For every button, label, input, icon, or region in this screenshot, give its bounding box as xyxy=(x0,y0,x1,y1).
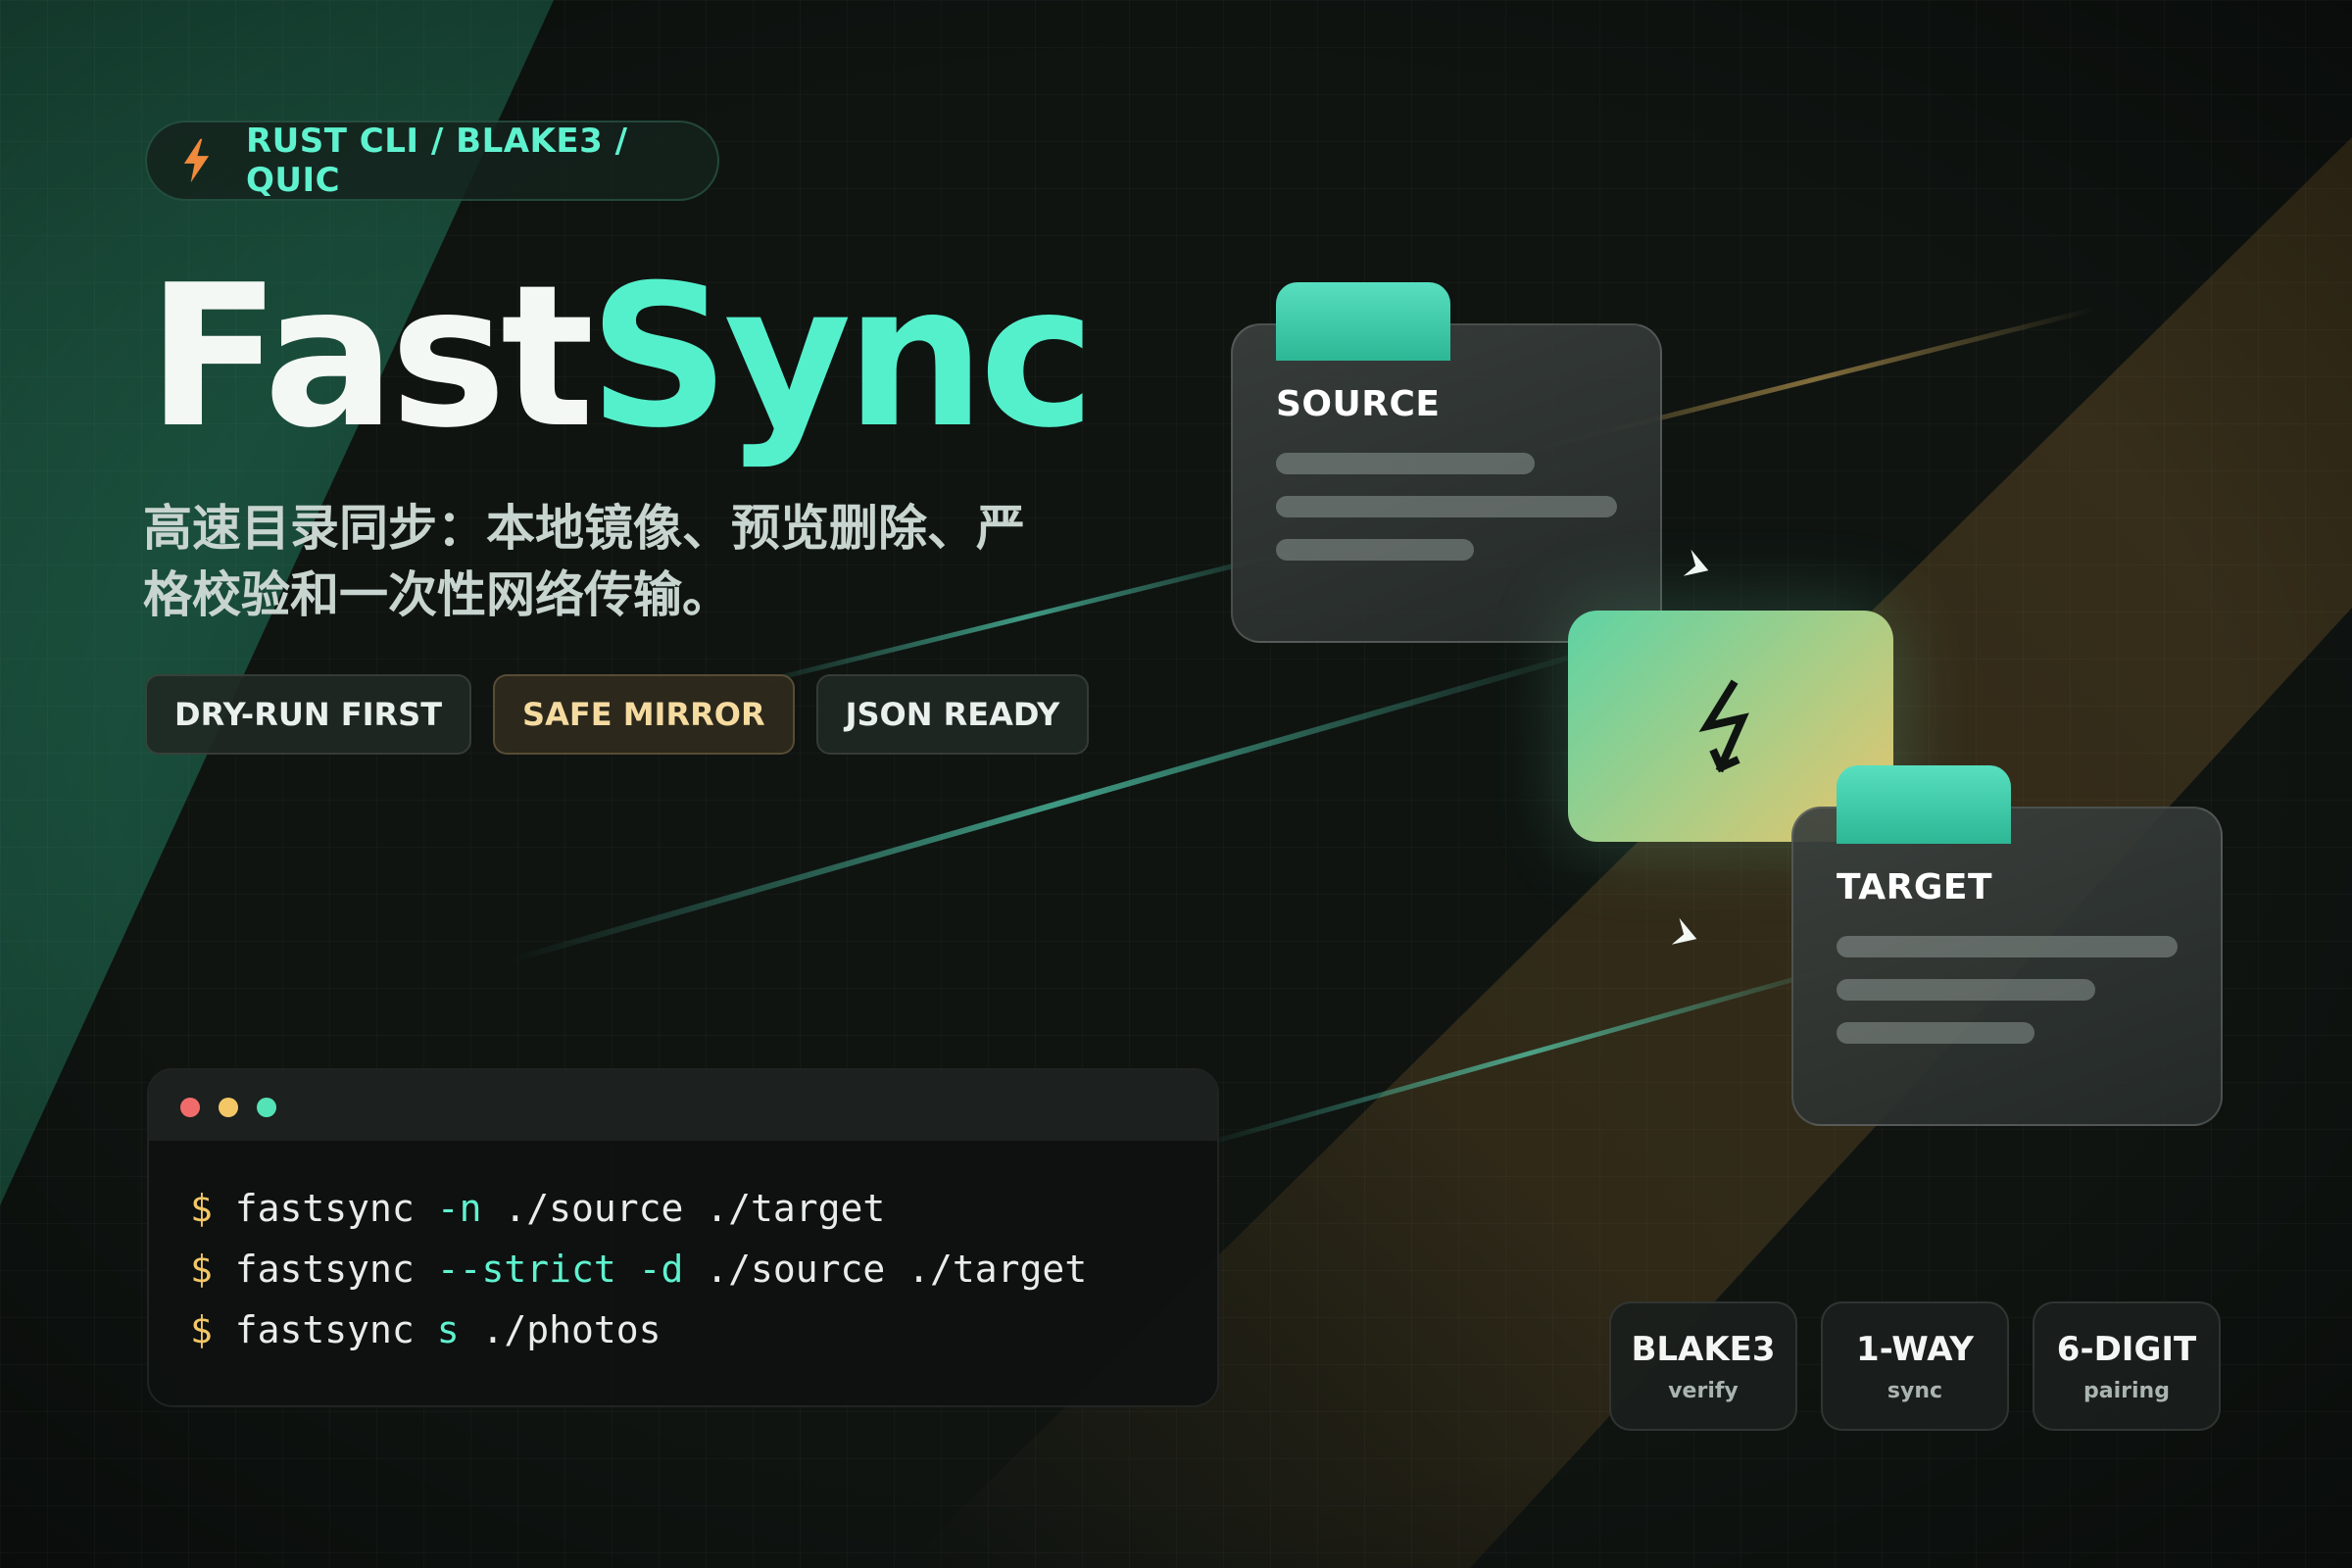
terminal-title-bar xyxy=(149,1070,1217,1141)
stat-value: BLAKE3 xyxy=(1631,1329,1776,1369)
stat-chips: BLAKE3 verify 1-WAY sync 6-DIGIT pairing xyxy=(1609,1301,2221,1431)
folder-tab-icon xyxy=(1837,765,2011,844)
subtitle-line-1: 高速目录同步：本地镜像、预览删除、严 xyxy=(143,500,1025,557)
tag-safe-mirror: SAFE MIRROR xyxy=(493,674,795,755)
terminal-args: ./photos xyxy=(481,1308,662,1351)
stat-caption: pairing xyxy=(2083,1378,2170,1403)
terminal-prompt: $ xyxy=(190,1248,213,1291)
tech-stack-text: RUST CLI / BLAKE3 / QUIC xyxy=(245,122,628,200)
folder-tab-icon xyxy=(1276,282,1450,361)
sync-bolt-icon xyxy=(1698,679,1749,773)
title-part-fast: Fast xyxy=(147,243,595,471)
file-line-placeholder xyxy=(1276,496,1617,517)
close-dot-icon xyxy=(180,1098,200,1117)
file-line-placeholder xyxy=(1837,979,2095,1001)
terminal-prompt: $ xyxy=(190,1187,213,1230)
terminal-body: $ fastsync -n ./source ./target $ fastsy… xyxy=(149,1141,1217,1360)
tag-json-ready: JSON READY xyxy=(815,674,1090,755)
stat-value: 6-DIGIT xyxy=(2056,1329,2197,1369)
tech-stack-badge: RUST CLI / BLAKE3 / QUIC xyxy=(145,121,719,201)
feature-tags: DRY-RUN FIRST SAFE MIRROR JSON READY xyxy=(145,674,1090,755)
file-line-placeholder xyxy=(1276,539,1474,561)
stat-value: 1-WAY xyxy=(1856,1329,1974,1369)
target-folder-card: TARGET xyxy=(1791,765,2223,1126)
target-label: TARGET xyxy=(1837,867,1993,907)
source-label: SOURCE xyxy=(1276,384,1441,424)
stat-chip-one-way: 1-WAY sync xyxy=(1821,1301,2009,1431)
terminal-line: $ fastsync --strict -d ./source ./target xyxy=(190,1239,1176,1299)
file-line-placeholder xyxy=(1837,1022,2034,1044)
stat-caption: verify xyxy=(1668,1378,1739,1403)
stat-chip-six-digit: 6-DIGIT pairing xyxy=(2033,1301,2221,1431)
product-title: FastSync xyxy=(147,260,1096,456)
terminal-args: ./source ./target xyxy=(706,1248,1088,1291)
stat-caption: sync xyxy=(1886,1378,1943,1403)
file-line-placeholder xyxy=(1276,453,1535,474)
terminal-command: fastsync xyxy=(234,1308,415,1351)
terminal-command: fastsync xyxy=(234,1248,415,1291)
product-subtitle: 高速目录同步：本地镜像、预览删除、严 格校验和一次性网络传输。 xyxy=(143,495,1162,628)
lightning-bolt-icon xyxy=(183,138,210,183)
tag-dry-run-first: DRY-RUN FIRST xyxy=(145,674,472,755)
chevron-arrow-icon xyxy=(1671,917,1697,945)
minimize-dot-icon xyxy=(219,1098,238,1117)
terminal-flag: s xyxy=(436,1308,460,1351)
terminal-prompt: $ xyxy=(190,1308,213,1351)
terminal-flag: --strict -d xyxy=(436,1248,684,1291)
chevron-arrow-icon xyxy=(1683,549,1709,576)
terminal-flag: -n xyxy=(436,1187,482,1230)
terminal-command: fastsync xyxy=(234,1187,415,1230)
subtitle-line-2: 格校验和一次性网络传输。 xyxy=(143,566,731,623)
terminal-line: $ fastsync s ./photos xyxy=(190,1299,1176,1360)
terminal-window: $ fastsync -n ./source ./target $ fastsy… xyxy=(147,1068,1219,1407)
terminal-args: ./source ./target xyxy=(504,1187,886,1230)
title-part-sync: Sync xyxy=(588,243,1096,471)
stat-chip-blake3: BLAKE3 verify xyxy=(1609,1301,1797,1431)
source-folder-card: SOURCE xyxy=(1231,282,1662,643)
terminal-line: $ fastsync -n ./source ./target xyxy=(190,1178,1176,1239)
file-line-placeholder xyxy=(1837,936,2178,957)
maximize-dot-icon xyxy=(257,1098,276,1117)
